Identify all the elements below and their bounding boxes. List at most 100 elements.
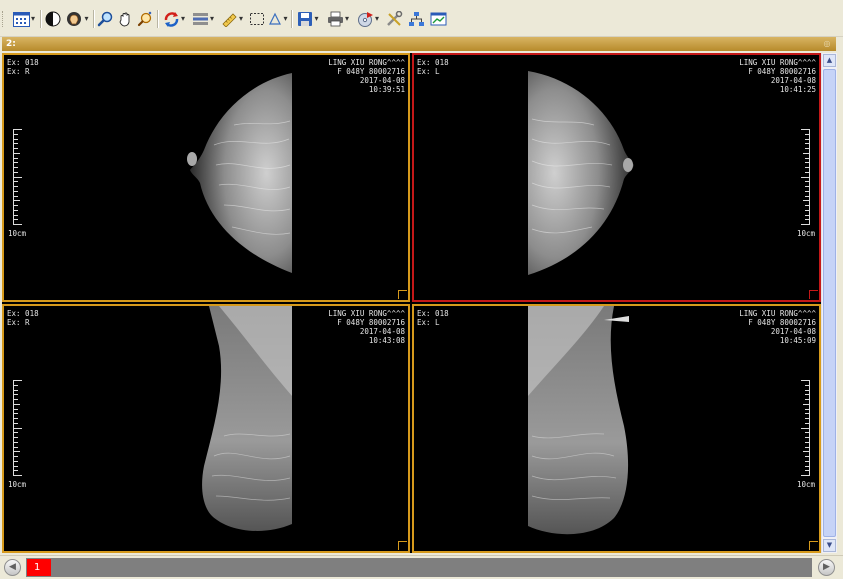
chevron-down-icon: ▾ [374, 14, 379, 23]
study-date: 2017-04-08 [359, 76, 405, 85]
chevron-down-icon: ▾ [238, 14, 243, 23]
layout-grid-icon [12, 11, 30, 27]
network-button[interactable] [406, 10, 426, 28]
scale-ruler [13, 380, 26, 476]
window-level-button[interactable] [44, 10, 62, 28]
chart-window-icon [430, 12, 446, 26]
vertical-scrollbar[interactable]: ▲ ▼ [821, 53, 837, 553]
tools-icon [386, 11, 402, 26]
viewport-corner-handle[interactable] [809, 541, 818, 550]
study-date: 2017-04-08 [770, 327, 816, 336]
stack-button[interactable]: ▾ [189, 10, 217, 28]
triangle-icon [269, 12, 282, 25]
scroll-down-button[interactable]: ▼ [823, 539, 836, 552]
next-page-button[interactable]: ▶ [818, 559, 835, 576]
viewport-1[interactable]: Ex: 018 Ex: R LING XIU RONG^^^^ F 048Y 8… [2, 53, 410, 302]
ruler-tick [14, 408, 18, 410]
overlay-top-left: Ex: 018 Ex: L [417, 309, 449, 327]
ruler-tick [14, 195, 18, 197]
laterality: Ex: L [417, 318, 440, 327]
scale-ruler [797, 129, 810, 225]
hand-tools-button[interactable]: ▾ [63, 10, 91, 28]
window-option-icon[interactable]: ◎ [822, 39, 832, 49]
ruler-tick [14, 152, 20, 154]
chevron-down-icon: ▾ [344, 14, 349, 23]
study-date: 2017-04-08 [770, 76, 816, 85]
export-button[interactable]: ▾ [354, 10, 382, 28]
viewport-corner-handle[interactable] [398, 290, 407, 299]
floppy-icon [298, 12, 313, 26]
patient-id: F 048Y 80002716 [748, 318, 816, 327]
ruler-tick [805, 219, 809, 221]
ruler-tick [805, 190, 809, 192]
ruler-tick [801, 475, 809, 476]
chevron-down-icon: ▾ [30, 14, 35, 23]
scroll-up-button[interactable]: ▲ [823, 54, 836, 67]
angle-button[interactable]: ▾ [266, 10, 290, 28]
rotate-button[interactable]: ▾ [160, 10, 188, 28]
ruler-tick [805, 171, 809, 173]
ruler-tick [805, 413, 809, 415]
viewport-3[interactable]: Ex: 018 Ex: R LING XIU RONG^^^^ F 048Y 8… [2, 304, 410, 553]
ruler-tick [805, 394, 809, 396]
ruler-tick [805, 205, 809, 206]
ruler-tick [805, 157, 809, 159]
ruler-tick [14, 162, 18, 164]
patient-name: LING XIU RONG^^^^ [739, 58, 816, 67]
ruler-tick [14, 399, 18, 400]
main-toolbar: ▾ ▾ ▾ ▾ ▾ ▾ ▾ ▾ ▾ [0, 0, 843, 37]
ruler-tick [14, 432, 18, 434]
layout-grid-button[interactable]: ▾ [10, 10, 38, 28]
ruler-tick [803, 152, 809, 154]
pan-button[interactable] [116, 10, 134, 28]
chevron-down-icon: ▾ [209, 14, 214, 23]
ruler-tick [803, 403, 809, 405]
ruler-tick [14, 143, 18, 145]
measure-button[interactable]: ▾ [218, 10, 246, 28]
zoom-button[interactable] [96, 10, 114, 28]
ruler-tick [805, 195, 809, 197]
ruler-tick [14, 437, 18, 438]
scale-label: 10cm [8, 229, 27, 238]
toolbar-grip[interactable] [2, 11, 6, 27]
ruler-tick [14, 403, 20, 405]
magnify-lens-button[interactable] [136, 10, 154, 28]
ruler-tick [805, 181, 809, 183]
roi-rectangle-button[interactable] [248, 10, 266, 28]
save-button[interactable]: ▾ [294, 10, 322, 28]
ruler-tick [14, 167, 18, 168]
ruler-tick [14, 181, 18, 183]
rotate-icon [164, 12, 179, 27]
disc-export-icon [357, 12, 373, 27]
study-time: 10:43:08 [368, 336, 405, 345]
hand-icon [67, 12, 82, 26]
overlay-top-right: LING XIU RONG^^^^ F 048Y 80002716 2017-0… [739, 309, 816, 345]
presentation-button[interactable] [428, 10, 448, 28]
viewport-2[interactable]: Ex: 018 Ex: L LING XIU RONG^^^^ F 048Y 8… [412, 53, 821, 302]
lens-icon [137, 11, 152, 27]
page-1-cell[interactable]: 1 [27, 559, 51, 576]
ruler-tick [14, 190, 18, 192]
overlay-top-left: Ex: 018 Ex: L [417, 58, 449, 76]
print-button[interactable]: ▾ [324, 10, 352, 28]
overlay-top-right: LING XIU RONG^^^^ F 048Y 80002716 2017-0… [739, 58, 816, 94]
patient-name: LING XIU RONG^^^^ [328, 309, 405, 318]
page-navigator: ◀ 1 ▶ [0, 555, 843, 579]
series-window-titlebar: 2: ◎ [2, 37, 836, 51]
scroll-thumb[interactable] [823, 69, 836, 537]
viewport-corner-handle[interactable] [809, 290, 818, 299]
pan-hand-icon [119, 12, 130, 27]
viewport-corner-handle[interactable] [398, 541, 407, 550]
chevron-down-icon: ▾ [283, 14, 288, 23]
ruler-tick [14, 418, 18, 419]
patient-id: F 048Y 80002716 [337, 67, 405, 76]
previous-page-button[interactable]: ◀ [4, 559, 21, 576]
tools-button[interactable] [384, 10, 404, 28]
viewport-4[interactable]: Ex: 018 Ex: L LING XIU RONG^^^^ F 048Y 8… [412, 304, 821, 553]
ruler-tick [805, 209, 809, 211]
ruler-tick [14, 200, 20, 202]
ruler-tick [801, 427, 809, 429]
ruler-tick [805, 408, 809, 410]
ruler-tick [14, 451, 20, 453]
patient-name: LING XIU RONG^^^^ [739, 309, 816, 318]
